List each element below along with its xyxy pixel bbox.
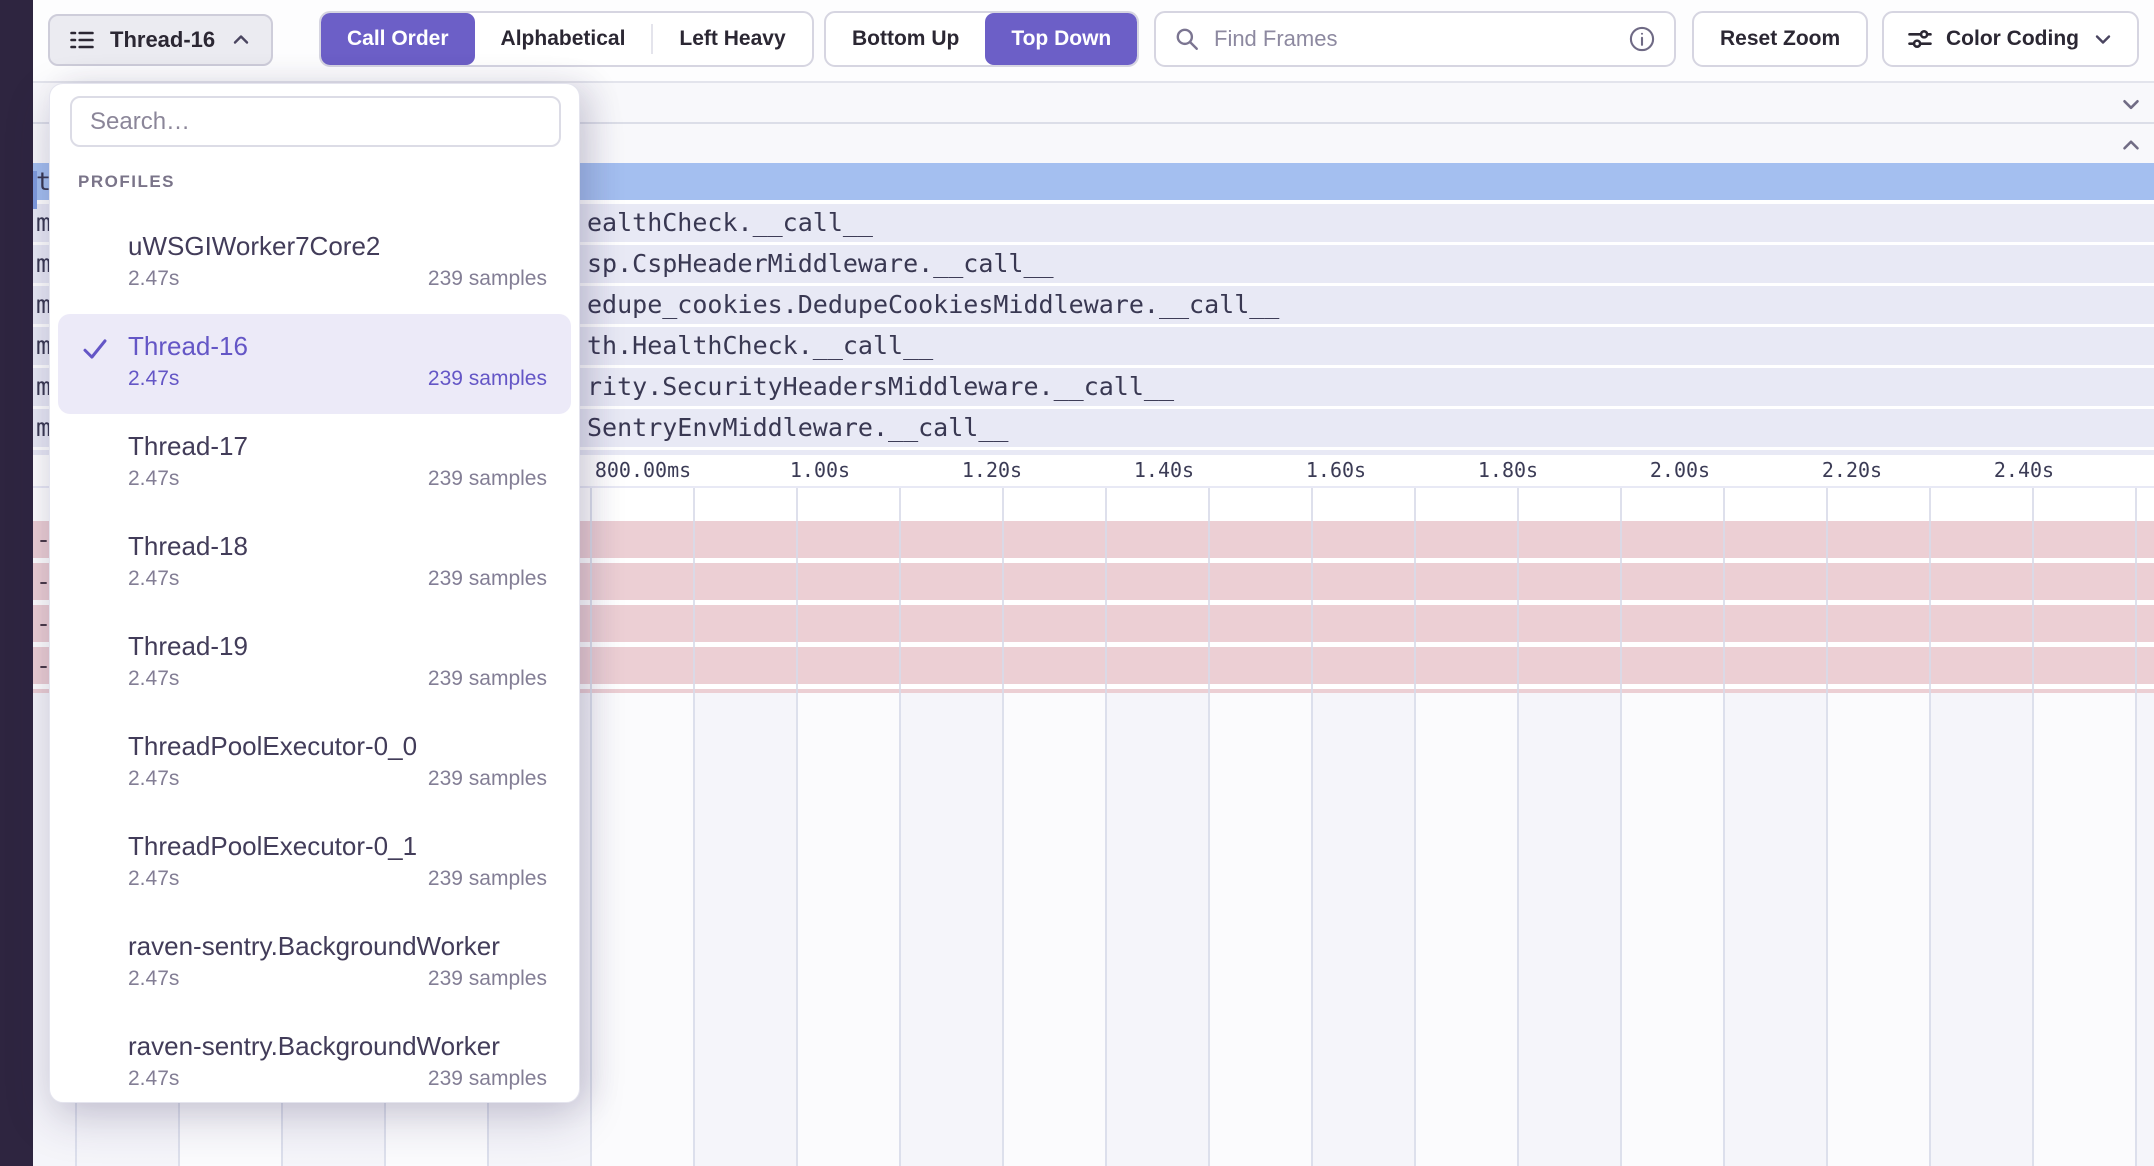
thread-selector-button[interactable]: Thread-16: [48, 14, 273, 66]
profile-duration: 2.47s: [128, 367, 179, 391]
profiling-flamegraph-screen: t m ealthCheck.__call__ m sp.CspHeaderMi…: [0, 0, 2154, 1166]
profile-item[interactable]: Thread-19 2.47s 239 samples: [58, 614, 571, 714]
profile-duration: 2.47s: [128, 867, 179, 891]
thread-selector-label: Thread-16: [110, 27, 215, 53]
profile-duration: 2.47s: [128, 967, 179, 991]
top-down-label: Top Down: [1011, 27, 1111, 51]
find-frames-box: [1154, 11, 1676, 67]
frame-label: rity.SecurityHeadersMiddleware.__call__: [587, 368, 1174, 406]
frame-label: ealthCheck.__call__: [587, 204, 873, 242]
profile-duration: 2.47s: [128, 767, 179, 791]
axis-tick: 2.00s: [1650, 458, 1710, 482]
profile-item[interactable]: Thread-18 2.47s 239 samples: [58, 514, 571, 614]
axis-tick: 800.00ms: [595, 458, 691, 482]
reset-zoom-button[interactable]: Reset Zoom: [1692, 11, 1868, 67]
axis-tick: 1.40s: [1134, 458, 1194, 482]
frame-label: th.HealthCheck.__call__: [587, 327, 933, 365]
profile-samples: 239 samples: [428, 1067, 547, 1091]
profile-name: Thread-17: [128, 431, 547, 461]
axis-tick: 1.20s: [962, 458, 1022, 482]
frame-label: sp.CspHeaderMiddleware.__call__: [587, 245, 1054, 283]
axis-tick: 1.80s: [1478, 458, 1538, 482]
axis-tick: 2.20s: [1822, 458, 1882, 482]
info-icon[interactable]: [1628, 25, 1656, 53]
profile-samples: 239 samples: [428, 967, 547, 991]
profile-item[interactable]: Thread-17 2.47s 239 samples: [58, 414, 571, 514]
profile-name: raven-sentry.BackgroundWorker: [128, 931, 547, 961]
top-down-button[interactable]: Top Down: [985, 13, 1137, 65]
profile-samples: 239 samples: [428, 367, 547, 391]
bottom-up-label: Bottom Up: [852, 27, 959, 51]
check-icon: [80, 334, 110, 369]
list-icon: [68, 26, 96, 54]
profile-item[interactable]: uWSGIWorker7Core2 2.47s 239 samples: [58, 214, 571, 314]
profile-name: Thread-16: [128, 331, 547, 361]
profile-samples: 239 samples: [428, 667, 547, 691]
color-coding-label: Color Coding: [1946, 27, 2079, 51]
sort-left-heavy-label: Left Heavy: [679, 27, 785, 51]
profile-name: Thread-18: [128, 531, 547, 561]
profile-duration: 2.47s: [128, 667, 179, 691]
bottom-up-button[interactable]: Bottom Up: [826, 13, 985, 65]
profile-duration: 2.47s: [128, 1067, 179, 1091]
axis-tick: 1.00s: [790, 458, 850, 482]
sort-alphabetical-button[interactable]: Alphabetical: [475, 13, 652, 65]
profile-item[interactable]: ThreadPoolExecutor-0_1 2.47s 239 samples: [58, 814, 571, 914]
axis-tick: 2.40s: [1994, 458, 2054, 482]
sliders-icon: [1906, 25, 1934, 53]
profile-samples: 239 samples: [428, 867, 547, 891]
toolbar: Thread-16 Call Order Alphabetical Left H…: [33, 0, 2154, 83]
profile-samples: 239 samples: [428, 467, 547, 491]
profile-name: ThreadPoolExecutor-0_0: [128, 731, 547, 761]
profile-duration: 2.47s: [128, 567, 179, 591]
profile-name: ThreadPoolExecutor-0_1: [128, 831, 547, 861]
axis-tick: 1.60s: [1306, 458, 1366, 482]
chevron-up-icon: [2118, 132, 2144, 158]
sort-call-order-button[interactable]: Call Order: [321, 13, 475, 65]
sort-alphabetical-label: Alphabetical: [501, 27, 626, 51]
direction-group: Bottom Up Top Down: [824, 11, 1139, 67]
frame-label: SentryEnvMiddleware.__call__: [587, 409, 1008, 447]
flame-cursor-bar: [33, 171, 37, 209]
app-sidebar: [0, 0, 33, 1166]
profile-item[interactable]: ThreadPoolExecutor-0_0 2.47s 239 samples: [58, 714, 571, 814]
profile-duration: 2.47s: [128, 467, 179, 491]
profile-item[interactable]: raven-sentry.BackgroundWorker 2.47s 239 …: [58, 1014, 571, 1103]
profiles-section-label: PROFILES: [78, 172, 175, 192]
profile-name: Thread-19: [128, 631, 547, 661]
sort-call-order-label: Call Order: [347, 27, 449, 51]
profile-item[interactable]: raven-sentry.BackgroundWorker 2.47s 239 …: [58, 914, 571, 1014]
chevron-down-icon: [2091, 27, 2115, 51]
profile-name: raven-sentry.BackgroundWorker: [128, 1031, 547, 1061]
profile-duration: 2.47s: [128, 267, 179, 291]
chevron-up-icon: [229, 28, 253, 52]
sort-left-heavy-button[interactable]: Left Heavy: [653, 13, 811, 65]
color-coding-button[interactable]: Color Coding: [1882, 11, 2139, 67]
dropdown-search-input[interactable]: [70, 96, 561, 147]
thread-dropdown: PROFILES uWSGIWorker7Core2 2.47s 239 sam…: [49, 83, 580, 1103]
profile-samples: 239 samples: [428, 767, 547, 791]
frame-label: edupe_cookies.DedupeCookiesMiddleware.__…: [587, 286, 1279, 324]
reset-zoom-label: Reset Zoom: [1720, 27, 1840, 51]
chevron-down-icon: [2118, 91, 2144, 117]
profiles-list: uWSGIWorker7Core2 2.47s 239 samples Thre…: [50, 214, 579, 1103]
profile-samples: 239 samples: [428, 567, 547, 591]
search-icon: [1174, 26, 1200, 52]
profile-name: uWSGIWorker7Core2: [128, 231, 547, 261]
profile-samples: 239 samples: [428, 267, 547, 291]
sort-mode-group: Call Order Alphabetical Left Heavy: [319, 11, 814, 67]
profile-item-selected[interactable]: Thread-16 2.47s 239 samples: [58, 314, 571, 414]
find-frames-input[interactable]: [1212, 25, 1616, 53]
